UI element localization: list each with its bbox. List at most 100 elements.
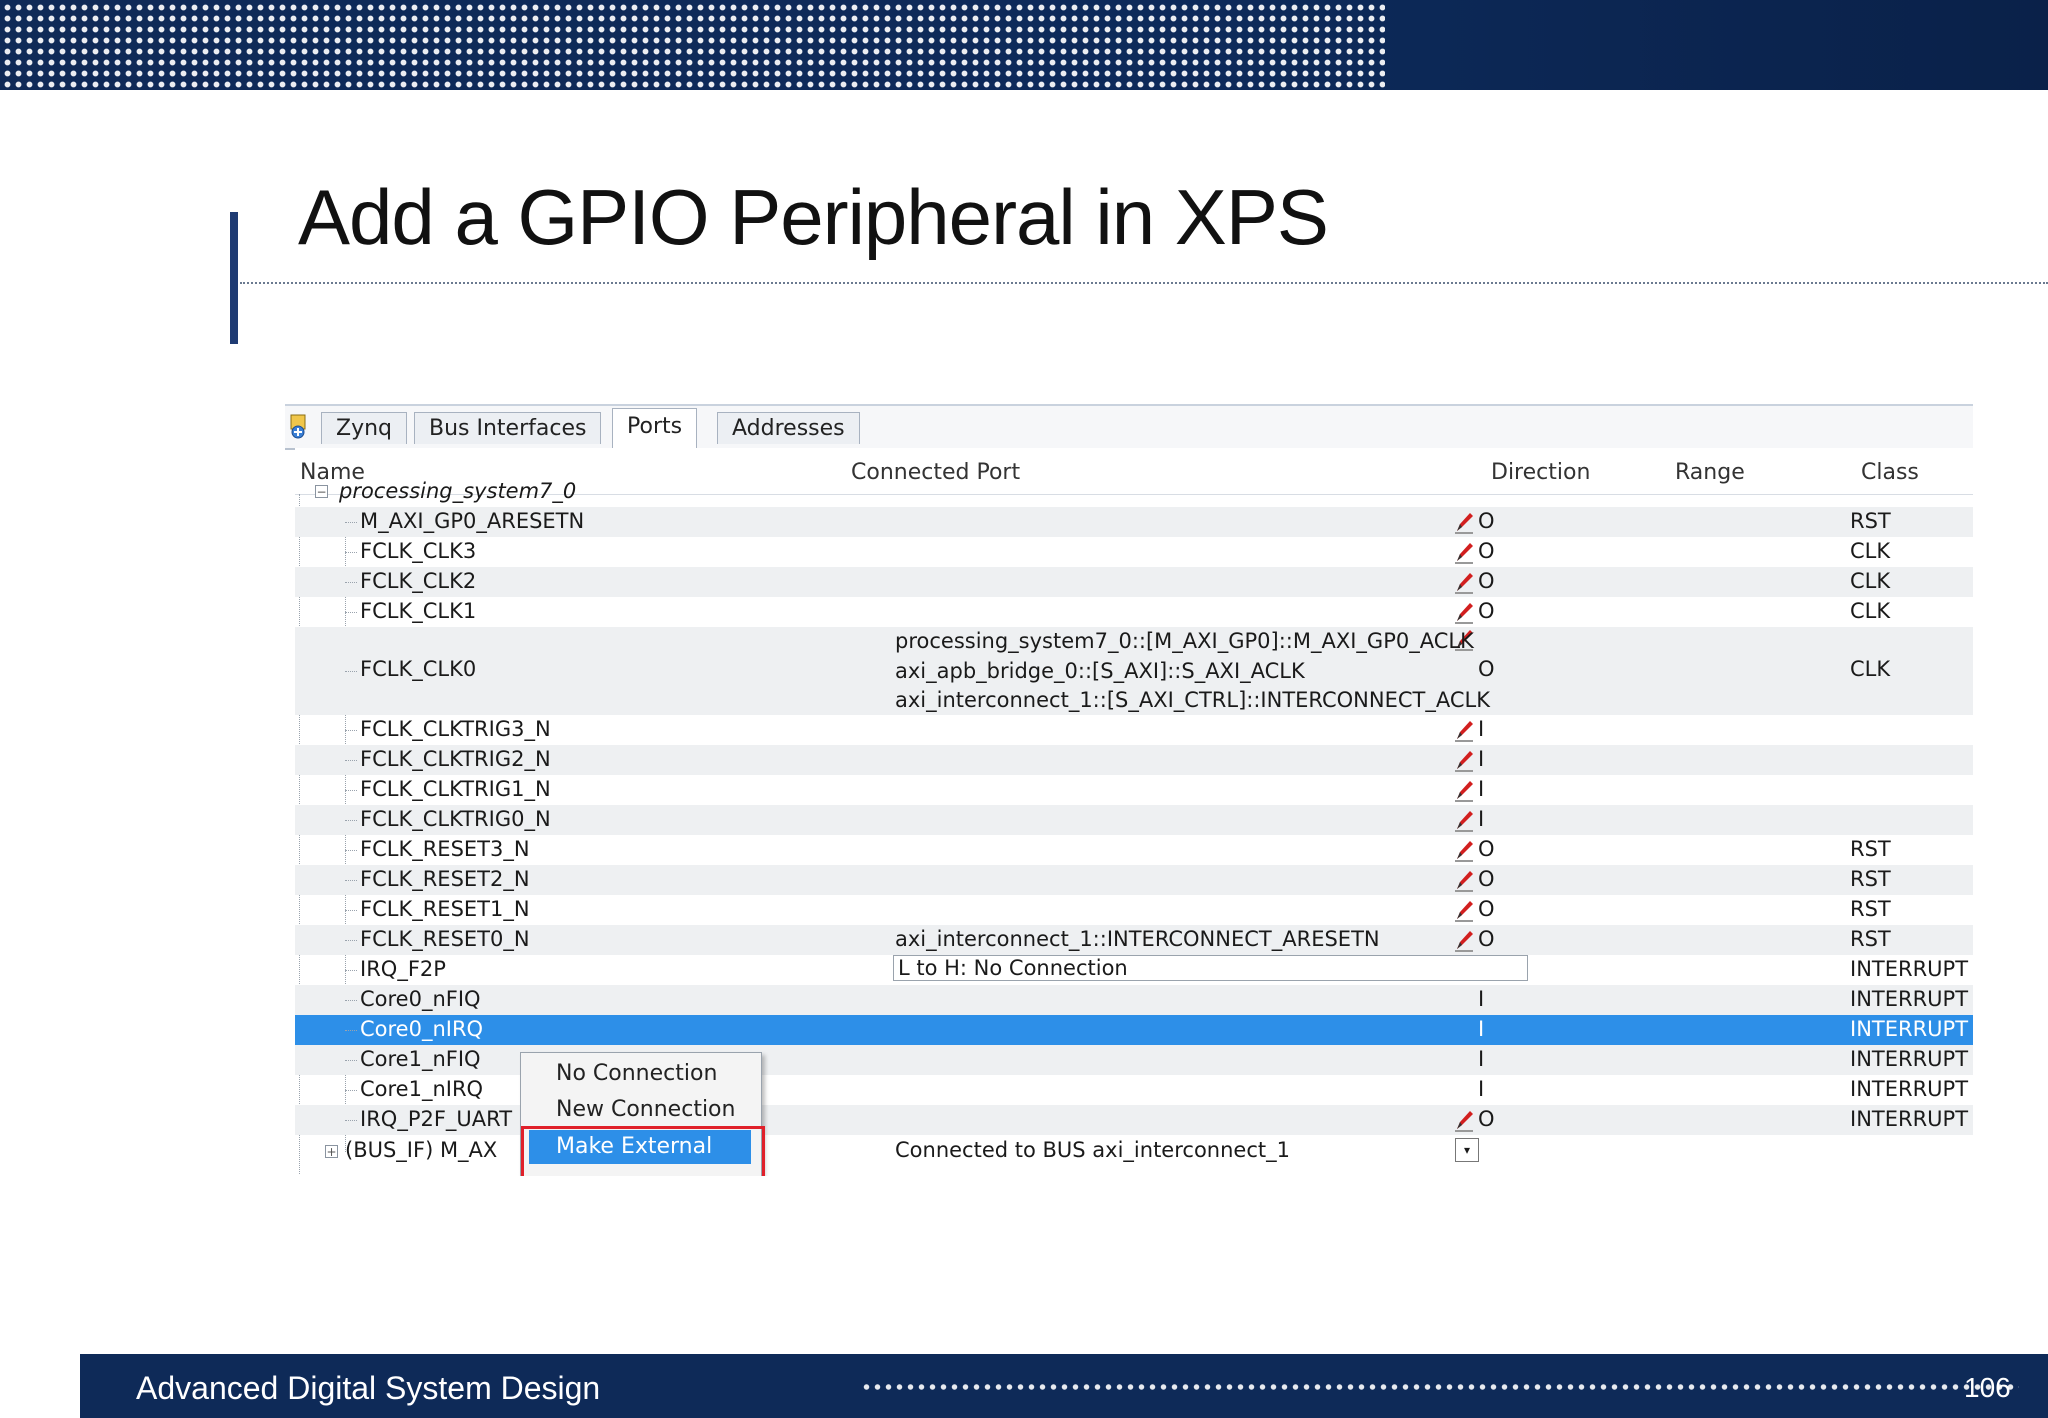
port-name: FCLK_CLKTRIG3_N: [360, 717, 551, 741]
port-row[interactable]: FCLK_RESET1_N O RST: [295, 895, 1973, 925]
port-direction: O: [1478, 599, 1495, 623]
port-row[interactable]: Core0_nFIQ I INTERRUPT: [295, 985, 1973, 1015]
tree-branch: [345, 970, 357, 971]
edit-pencil-icon[interactable]: [1452, 748, 1476, 772]
port-row[interactable]: FCLK_CLK1 O CLK: [295, 597, 1973, 627]
port-row[interactable]: FCLK_RESET3_N O RST: [295, 835, 1973, 865]
port-name: IRQ_P2F_UART: [360, 1107, 513, 1131]
tab-ports[interactable]: Ports: [612, 408, 698, 448]
port-name: FCLK_CLK1: [360, 599, 477, 623]
edit-pencil-icon[interactable]: [1452, 868, 1476, 892]
edit-pencil-icon[interactable]: [1452, 1108, 1476, 1132]
port-class: INTERRUPT: [1850, 987, 1969, 1011]
tree-branch: [345, 850, 357, 851]
edit-pencil-icon[interactable]: [1452, 928, 1476, 952]
tree-branch: [345, 760, 357, 761]
port-row[interactable]: FCLK_CLK2 O CLK: [295, 567, 1973, 597]
port-class: CLK: [1850, 599, 1891, 623]
tree-branch: [345, 790, 357, 791]
tab-bar: Zynq Bus Interfaces Ports Addresses: [285, 404, 1973, 450]
port-row[interactable]: M_AXI_GP0_ARESETN O RST: [295, 507, 1973, 537]
tree-branch: [345, 671, 357, 672]
tree-branch: [345, 1030, 357, 1031]
port-class: RST: [1850, 509, 1891, 533]
port-class: CLK: [1850, 539, 1891, 563]
connected-port[interactable]: processing_system7_0::[M_AXI_GP0]::M_AXI…: [895, 627, 1490, 657]
menu-item-no-connection[interactable]: No Connection: [521, 1057, 761, 1091]
edit-pencil-icon[interactable]: [1452, 510, 1476, 534]
port-row[interactable]: FCLK_CLKTRIG2_N I: [295, 745, 1973, 775]
port-row[interactable]: Core0_nIRQ I INTERRUPT: [295, 1015, 1973, 1045]
tree-branch: [345, 582, 357, 583]
port-name: FCLK_RESET3_N: [360, 837, 530, 861]
port-name: FCLK_CLKTRIG0_N: [360, 807, 551, 831]
port-row[interactable]: FCLK_RESET2_N O RST: [295, 865, 1973, 895]
port-name: FCLK_RESET2_N: [360, 867, 530, 891]
port-row[interactable]: FCLK_CLKTRIG1_N I: [295, 775, 1973, 805]
tree-branch: [345, 910, 357, 911]
slide-title: Add a GPIO Peripheral in XPS: [298, 173, 1329, 261]
port-class: INTERRUPT: [1850, 1107, 1969, 1131]
tree-branch: [345, 880, 357, 881]
edit-pencil-icon[interactable]: [1452, 600, 1476, 624]
port-name: FCLK_RESET0_N: [360, 927, 530, 951]
port-class: INTERRUPT: [1850, 957, 1969, 981]
tree-branch: [345, 1090, 357, 1091]
add-port-icon[interactable]: [289, 414, 311, 440]
dropdown-icon[interactable]: ▾: [1455, 1138, 1479, 1162]
title-accent-bar: [230, 212, 238, 344]
tree-branch: [345, 612, 357, 613]
edit-pencil-icon[interactable]: [1452, 718, 1476, 742]
port-direction: O: [1478, 897, 1495, 921]
port-name: FCLK_CLK2: [360, 569, 477, 593]
port-direction: O: [1478, 867, 1495, 891]
tree-branch: [345, 1120, 357, 1121]
port-row[interactable]: FCLK_CLK3 O CLK: [295, 537, 1973, 567]
edit-pencil-icon[interactable]: [1452, 778, 1476, 802]
group-row[interactable]: − processing_system7_0: [295, 477, 1973, 507]
connected-port[interactable]: axi_interconnect_1::INTERCONNECT_ARESETN: [895, 927, 1380, 951]
port-name: FCLK_CLKTRIG1_N: [360, 777, 551, 801]
port-direction: I: [1478, 717, 1485, 741]
port-row[interactable]: FCLK_CLKTRIG0_N I: [295, 805, 1973, 835]
menu-item-new-connection[interactable]: New Connection: [521, 1093, 761, 1127]
port-row[interactable]: IRQ_F2PIINTERRUPTL to H: No Connection: [295, 955, 1973, 985]
edit-pencil-icon[interactable]: [1452, 808, 1476, 832]
edit-pencil-icon[interactable]: [1452, 898, 1476, 922]
expand-icon[interactable]: +: [325, 1145, 338, 1158]
port-name: FCLK_RESET1_N: [360, 897, 530, 921]
connected-port[interactable]: axi_apb_bridge_0::[S_AXI]::S_AXI_ACLK: [895, 657, 1490, 687]
connected-port-field[interactable]: L to H: No Connection: [893, 955, 1528, 981]
port-direction: I: [1478, 807, 1485, 831]
tab-addresses[interactable]: Addresses: [717, 412, 860, 444]
tree-branch: [345, 552, 357, 553]
edit-pencil-icon[interactable]: [1452, 838, 1476, 862]
port-row[interactable]: FCLK_CLKTRIG3_N I: [295, 715, 1973, 745]
page-number: 106: [1964, 1372, 2011, 1403]
port-name: FCLK_CLK3: [360, 539, 477, 563]
tab-zynq[interactable]: Zynq: [321, 412, 407, 444]
banner-dot-pattern: [0, 0, 1385, 90]
top-banner: [0, 0, 2048, 90]
port-direction: O: [1478, 1107, 1495, 1131]
port-direction: I: [1478, 1017, 1485, 1041]
footer-title: Advanced Digital System Design: [136, 1370, 601, 1406]
port-class: INTERRUPT: [1850, 1017, 1969, 1041]
port-direction: I: [1478, 1077, 1485, 1101]
port-row[interactable]: FCLK_RESET0_N O RST axi_interconnect_1::INT…: [295, 925, 1973, 955]
bus-interface-name: (BUS_IF) M_AX: [345, 1138, 498, 1162]
tree-branch: [345, 522, 357, 523]
edit-pencil-icon[interactable]: [1452, 570, 1476, 594]
tree-branch: [345, 1000, 357, 1001]
tree-branch: [345, 1060, 357, 1061]
port-row[interactable]: FCLK_CLK0 O CLK processing_system7_0::[M_AX…: [295, 627, 1973, 715]
xps-ports-screenshot: Zynq Bus Interfaces Ports Addresses Name…: [285, 404, 1973, 1176]
bus-connection[interactable]: Connected to BUS axi_interconnect_1: [895, 1138, 1290, 1162]
tree-branch: [345, 730, 357, 731]
tab-bus-interfaces[interactable]: Bus Interfaces: [414, 412, 602, 444]
connected-port[interactable]: axi_interconnect_1::[S_AXI_CTRL]::INTERC…: [895, 686, 1490, 716]
collapse-icon[interactable]: −: [315, 485, 328, 498]
edit-pencil-icon[interactable]: [1452, 540, 1476, 564]
port-name: FCLK_CLK0: [360, 657, 477, 681]
port-class: RST: [1850, 927, 1891, 951]
